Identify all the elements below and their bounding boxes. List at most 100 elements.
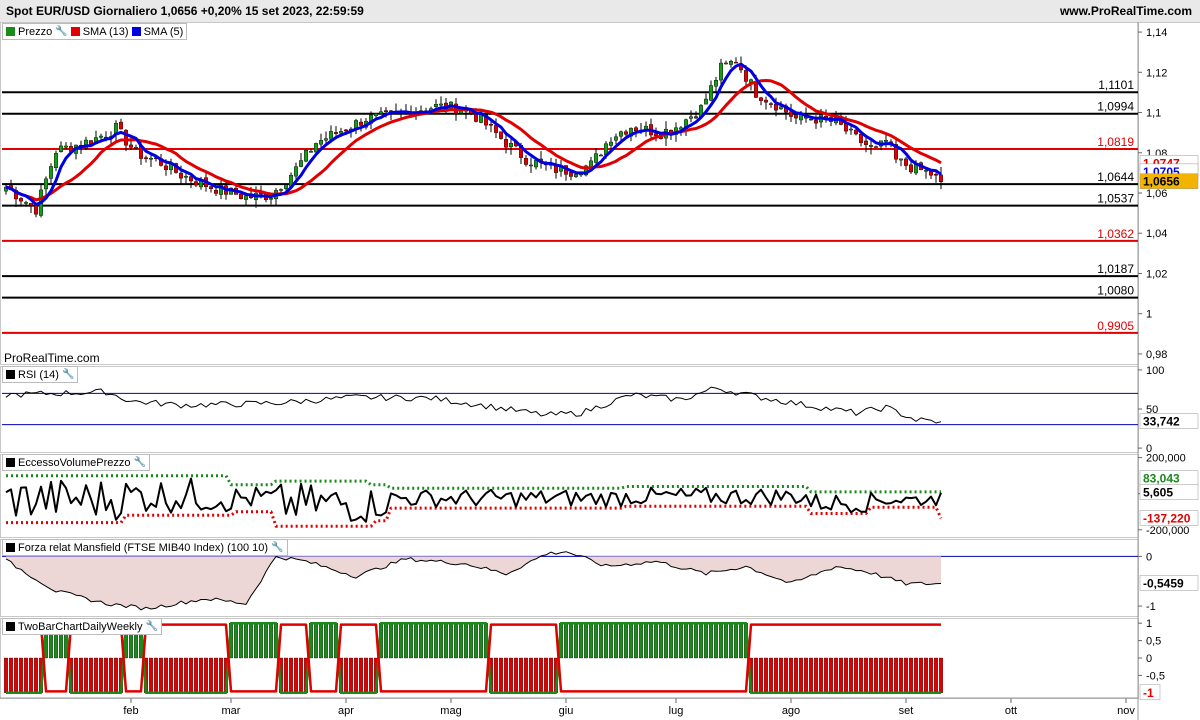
twobar-green-bar [604,623,608,659]
twobar-green-bar [609,623,613,659]
twobar-red-bar [74,657,78,693]
twobar-legend[interactable]: TwoBarChartDailyWeekly 🔧 [2,618,162,635]
twobar-red-bar [529,657,533,693]
twobar-red-bar [819,657,823,693]
twobar-red-bar [159,657,163,693]
price-legend[interactable]: Prezzo 🔧 SMA (13) SMA (5) [2,23,188,40]
twobar-green-bar [729,623,733,659]
twobar-green-bar [679,623,683,659]
twobar-red-bar [164,657,168,693]
twobar-green-bar [259,623,263,659]
x-tick-label-2: apr [338,705,354,717]
twobar-red-bar [914,657,918,693]
twobar-red-bar [544,657,548,693]
price-legend-swatch [6,27,15,36]
candle-body [63,145,68,148]
chart-svg[interactable]: 1,11011,09941,08191,06441,05371,03621,01… [0,22,1200,720]
twobar-green-bar [404,623,408,659]
evp-lower-label: -137,220 [1143,511,1191,525]
twobar-red-bar [294,657,298,693]
price-tick-label-4: 1,06 [1146,188,1167,200]
twobar-red-bar [499,657,503,693]
level-label-0: 1,1101 [1098,78,1134,92]
twobar-red-bar [549,657,553,693]
twobar-red-bar [919,657,923,693]
twobar-green-bar [394,623,398,659]
twobar-red-bar [154,657,158,693]
twobar-red-bar [854,657,858,693]
wrench-icon[interactable]: 🔧 [271,542,283,553]
twobar-red-bar [299,657,303,693]
twobar-red-bar [214,657,218,693]
candle-body [238,193,243,199]
twobar-red-bar [834,657,838,693]
candle-body [494,125,499,133]
twobar-red-bar [199,657,203,693]
twobar-red-bar [79,657,83,693]
twobar-green-bar [319,623,323,659]
candle-body [529,164,534,167]
candle-body [694,116,699,119]
rsi-legend[interactable]: RSI (14) 🔧 [2,366,79,383]
candle-body [924,170,929,172]
twobar-tick-label-1: 0,5 [1146,636,1161,648]
candle-body [874,146,879,148]
twobar-green-bar [569,623,573,659]
twobar-red-bar [804,657,808,693]
wrench-icon[interactable]: 🔧 [62,369,74,380]
candle-body [729,61,734,65]
wrench-icon[interactable]: 🔧 [55,26,67,37]
candle-body [524,158,529,165]
twobar-green-bar [649,623,653,659]
twobar-red-bar [34,657,38,693]
price-tick-label-2: 1,1 [1146,108,1161,120]
twobar-green-bar [584,623,588,659]
candle-body [133,147,138,149]
candle-body [704,98,709,105]
twobar-green-bar [389,623,393,659]
evp-upper-label: 83,043 [1143,472,1180,486]
wrench-icon[interactable]: 🔧 [146,621,158,632]
twobar-green-bar [684,623,688,659]
twobar-green-bar [254,623,258,659]
candle-body [794,114,799,119]
twobar-green-bar [669,623,673,659]
candle-body [243,195,248,200]
candle-body [329,131,334,140]
candle-body [734,61,739,64]
candle-body [29,202,34,206]
twobar-green-bar [694,623,698,659]
panel-frame-evp [0,454,1139,538]
twobar-red-bar [349,657,353,693]
twobar-red-bar [149,657,153,693]
price-watermark: ProRealTime.com [4,351,100,365]
twobar-green-bar [399,623,403,659]
twobar-green-bar [429,623,433,659]
candle-body [904,158,909,166]
twobar-green-bar [624,623,628,659]
candle-body [59,145,64,152]
sma13-legend-label: SMA (13) [82,25,129,38]
candle-body [499,131,504,139]
candle-body [309,151,314,153]
candle-body [178,172,183,179]
wrench-icon[interactable]: 🔧 [134,457,146,468]
evp-legend[interactable]: EccessoVolumePrezzo 🔧 [2,454,150,471]
x-tick-label-1: mar [222,705,241,717]
candle-body [594,153,599,163]
twobar-green-bar [414,623,418,659]
candle-body [779,106,784,110]
candle-body [634,127,639,132]
rsi-tick-label-0: 100 [1146,365,1164,377]
twobar-red-bar [909,657,913,693]
twobar-green-bar [664,623,668,659]
candle-body [489,124,494,126]
price-tick-label-1: 1,12 [1146,67,1167,79]
title-bar: Spot EUR/USD Giornaliero 1,0656 +0,20% 1… [0,0,1200,23]
twobar-green-bar [579,623,583,659]
twobar-value-label: -1 [1143,686,1154,700]
candle-body [709,85,714,101]
mansfield-legend[interactable]: Forza relat Mansfield (FTSE MIB40 Index)… [2,539,288,556]
twobar-green-bar [709,623,713,659]
twobar-green-bar [734,623,738,659]
